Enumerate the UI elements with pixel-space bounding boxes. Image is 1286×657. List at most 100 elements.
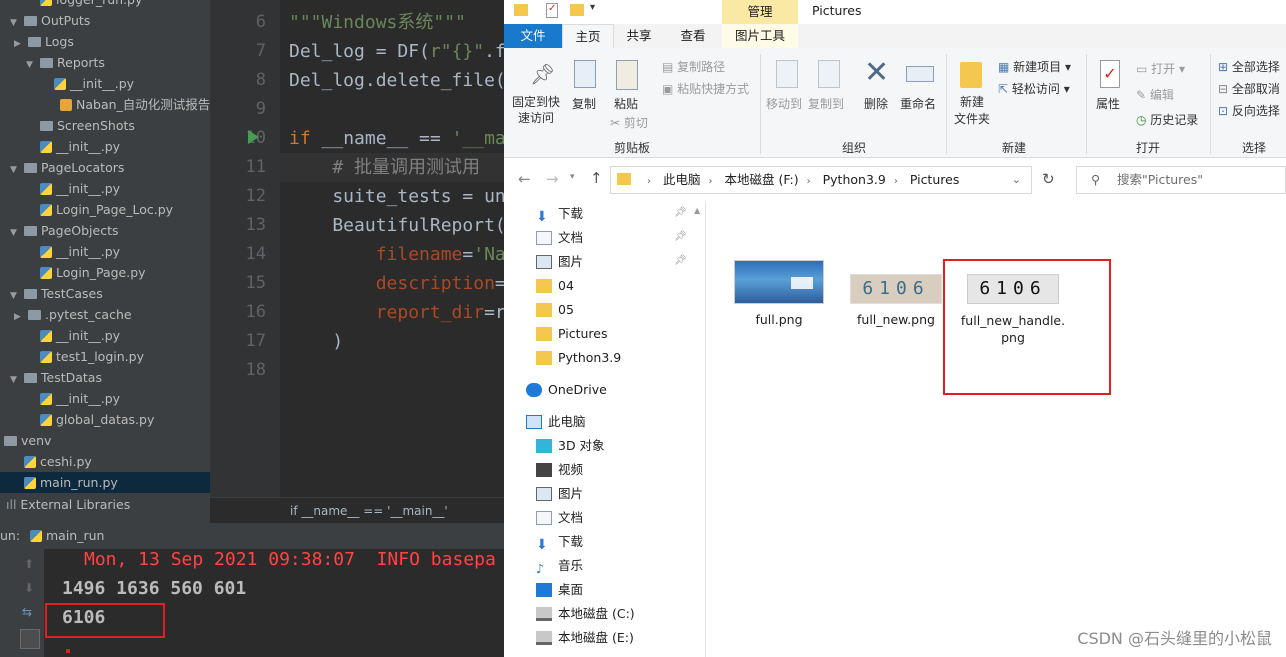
move-to-button[interactable]: 移动到: [766, 95, 802, 112]
recent-locations-icon[interactable]: ▾: [570, 172, 575, 182]
invert-selection-button[interactable]: ⊡ 反向选择: [1218, 102, 1280, 119]
nav-item[interactable]: 文档: [536, 226, 583, 250]
tab-picture-tools[interactable]: 图片工具: [722, 24, 798, 48]
nav-item[interactable]: OneDrive: [526, 378, 607, 402]
project-tree-item[interactable]: __init__.py: [0, 241, 210, 262]
code-editor[interactable]: 6 7 8 9 10 11 12 13 14 15 16 17 18 """Windows系统""" De…: [210, 0, 504, 523]
new-folder-button[interactable]: 新建 文件夹: [954, 94, 990, 128]
project-tree-item[interactable]: Login_Page_Loc.py: [0, 199, 210, 220]
copy-path-button[interactable]: ▤ 复制路径: [662, 58, 725, 75]
nav-item[interactable]: 文档: [536, 506, 583, 530]
project-tree-item[interactable]: ▼ PageLocators: [0, 157, 210, 178]
easy-access-button[interactable]: ⇱ 轻松访问 ▾: [998, 80, 1070, 97]
nav-item[interactable]: Python3.9: [536, 346, 621, 370]
new-item-button[interactable]: ▦ 新建项目 ▾: [998, 58, 1071, 75]
path-segment[interactable]: 此电脑: [663, 172, 701, 187]
project-tree-item[interactable]: __init__.py: [0, 325, 210, 346]
nav-item[interactable]: ⬇ 下载: [536, 530, 583, 554]
nav-scroll-up-icon[interactable]: ▲: [694, 206, 700, 215]
project-tree-item[interactable]: __init__.py: [0, 136, 210, 157]
up-icon[interactable]: ↑: [590, 169, 603, 187]
tab-file[interactable]: 文件: [504, 24, 562, 48]
properties-button[interactable]: 属性: [1096, 95, 1120, 112]
file-item[interactable]: full.png: [724, 260, 834, 327]
nav-item[interactable]: ♪ 音乐: [536, 554, 583, 578]
nav-item[interactable]: 此电脑: [526, 410, 586, 434]
new-folder-quick-icon[interactable]: [570, 4, 584, 16]
address-bar[interactable]: › 此电脑 › 本地磁盘 (F:) › Python3.9 › Pictures ⌄: [610, 166, 1032, 194]
nav-item[interactable]: 3D 对象: [536, 434, 605, 458]
delete-button[interactable]: 删除: [864, 95, 888, 112]
path-segment[interactable]: Pictures: [910, 172, 960, 187]
manage-context-tab[interactable]: 管理: [722, 0, 798, 24]
nav-item[interactable]: 本地磁盘 (E:): [536, 626, 634, 650]
scroll-up-icon[interactable]: ⬆: [24, 557, 34, 571]
project-tree-item[interactable]: logger_run.py: [0, 0, 210, 10]
chevron-down-icon[interactable]: ⌄: [1012, 167, 1021, 193]
project-tree-item[interactable]: ▼ TestDatas: [0, 367, 210, 388]
print-icon[interactable]: [20, 629, 40, 649]
project-tree-item[interactable]: ▼ Reports: [0, 52, 210, 73]
nav-item[interactable]: 视频: [536, 458, 583, 482]
project-tree-item[interactable]: ▶ .pytest_cache: [0, 304, 210, 325]
project-tree-item[interactable]: test1_login.py: [0, 346, 210, 367]
tab-view[interactable]: 查看: [670, 24, 716, 48]
pin-icon[interactable]: 📌︎: [674, 255, 687, 266]
soft-wrap-icon[interactable]: ⇆: [22, 605, 32, 619]
ribbon-separator: [946, 54, 947, 154]
run-gutter-icon[interactable]: [248, 130, 259, 144]
project-tree-item[interactable]: Login_Page.py: [0, 262, 210, 283]
nav-item[interactable]: 图片: [536, 250, 583, 274]
file-item[interactable]: 6106 full_new.png: [841, 274, 951, 327]
pin-icon[interactable]: 📌︎: [674, 231, 687, 242]
project-tree-item[interactable]: main_run.py: [0, 472, 210, 493]
project-tree-item[interactable]: global_datas.py: [0, 409, 210, 430]
back-icon[interactable]: ←: [518, 170, 531, 188]
path-segment[interactable]: Python3.9: [823, 172, 886, 187]
pin-to-quick-access-button[interactable]: 固定到快 速访问: [512, 94, 560, 126]
project-tree-item[interactable]: ▼ OutPuts: [0, 10, 210, 31]
tab-share[interactable]: 共享: [616, 24, 662, 48]
forward-icon[interactable]: →: [546, 170, 559, 188]
cut-button[interactable]: ✂ 剪切: [610, 114, 648, 131]
project-tree-item[interactable]: ▼ TestCases: [0, 283, 210, 304]
tab-home[interactable]: 主页: [562, 24, 614, 48]
history-button[interactable]: ◷ 历史记录: [1136, 111, 1198, 128]
project-tree-item[interactable]: ▶venv: [0, 430, 210, 451]
nav-item[interactable]: 04: [536, 274, 574, 298]
external-libraries-item[interactable]: ıll External Libraries: [0, 494, 210, 516]
code-line: BeautifulReport(: [289, 211, 504, 240]
open-button[interactable]: ▭ 打开 ▾: [1136, 60, 1185, 77]
project-tree-item[interactable]: __init__.py: [0, 73, 210, 94]
paste-button[interactable]: 粘贴: [614, 95, 638, 112]
project-tree-item[interactable]: ScreenShots: [0, 115, 210, 136]
rename-button[interactable]: 重命名: [900, 95, 936, 112]
nav-item[interactable]: ⬇ 下载: [536, 202, 583, 226]
scroll-down-icon[interactable]: ⬇: [24, 581, 34, 595]
quick-access-dropdown-icon[interactable]: ▾: [590, 2, 595, 13]
select-all-button[interactable]: ⊞ 全部选择: [1218, 58, 1280, 75]
project-tree-item[interactable]: ceshi.py: [0, 451, 210, 472]
refresh-icon[interactable]: ↻: [1042, 170, 1055, 188]
nav-item[interactable]: 图片: [536, 482, 583, 506]
select-none-button[interactable]: ⊟ 全部取消: [1218, 80, 1280, 97]
paste-shortcut-button[interactable]: ▣ 粘贴快捷方式: [662, 80, 749, 97]
project-tree-item[interactable]: Naban_自动化测试报告.h: [0, 94, 210, 115]
pin-icon[interactable]: 📌︎: [674, 207, 687, 218]
copy-button[interactable]: 复制: [572, 95, 596, 112]
project-tree-item[interactable]: ▼ PageObjects: [0, 220, 210, 241]
nav-item[interactable]: 本地磁盘 (C:): [536, 602, 635, 626]
nav-item[interactable]: Pictures: [536, 322, 608, 346]
project-tree-item[interactable]: ▶ Logs: [0, 31, 210, 52]
run-tab[interactable]: main_run: [30, 523, 104, 549]
nav-item[interactable]: 桌面: [536, 578, 583, 602]
project-tree-item[interactable]: __init__.py: [0, 388, 210, 409]
path-segment[interactable]: 本地磁盘 (F:): [724, 172, 798, 187]
properties-quick-icon[interactable]: ✓: [546, 3, 558, 18]
nav-item[interactable]: 05: [536, 298, 574, 322]
copy-to-button[interactable]: 复制到: [808, 95, 844, 112]
search-input[interactable]: ⚲ 搜索"Pictures": [1076, 166, 1286, 194]
edit-button[interactable]: ✎ 编辑: [1136, 86, 1174, 103]
breadcrumb[interactable]: if __name__ == '__main__': [210, 497, 504, 523]
project-tree-item[interactable]: __init__.py: [0, 178, 210, 199]
